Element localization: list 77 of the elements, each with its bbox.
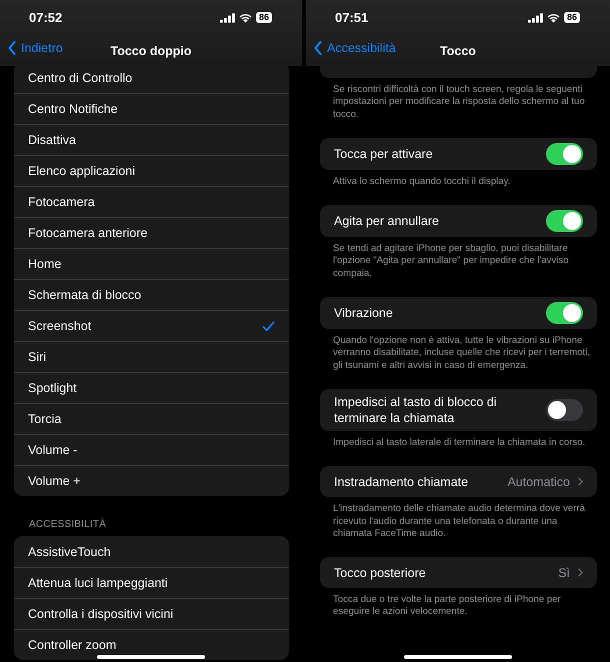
settings-row[interactable]: Centro di Controllo	[14, 62, 289, 93]
row-label: Spotlight	[28, 380, 77, 396]
back-button[interactable]: Indietro	[8, 41, 63, 55]
settings-row[interactable]: Attenua luci lampeggianti	[14, 567, 289, 598]
row-value: Sì	[558, 566, 570, 580]
row-value: Automatico	[507, 474, 570, 489]
settings-row[interactable]: Screenshot	[14, 310, 289, 341]
row-label: Siri	[28, 349, 46, 365]
footer-note: Attiva lo schermo quando tocchi il display.	[332, 174, 512, 188]
signal-icon	[220, 12, 235, 22]
footer-note: Impedisci al tasto laterale di terminare la chiamata in corso.	[332, 436, 586, 450]
footer-note: Tocca due o tre volte la parte posteriore di iPhone per eseguire le azioni velocemente.	[332, 593, 562, 619]
row-label: Fotocamera anteriore	[28, 225, 148, 241]
settings-row[interactable]: Tocca per attivare	[320, 138, 597, 170]
chevron-icon	[314, 41, 322, 55]
toggle-switch[interactable]	[546, 142, 583, 165]
row-label: Agita per annullare	[334, 213, 439, 230]
signal-icon	[528, 12, 543, 22]
screen-title: Tocco doppio	[110, 44, 192, 58]
wifi-icon	[238, 12, 252, 22]
toggle-switch[interactable]	[546, 302, 583, 324]
row-label: Centro Notifiche	[28, 101, 118, 117]
row-label: Home	[28, 256, 62, 272]
chevron-icon	[578, 568, 583, 578]
settings-row[interactable]: Volume -	[14, 434, 289, 465]
settings-row[interactable]: Tocco posteriore Sì	[320, 557, 597, 588]
row-label: Volume +	[28, 473, 80, 489]
back-button[interactable]: Accessibilità	[314, 41, 396, 55]
settings-row[interactable]: Disattiva	[14, 124, 289, 155]
battery-level: 86	[256, 12, 272, 23]
row-label: Vibrazione	[334, 305, 393, 322]
status-time: 07:52	[29, 10, 62, 25]
row-label: Tocco posteriore	[334, 564, 426, 581]
row-label: Screenshot	[28, 318, 92, 334]
row-label: Impedisci al tasto di blocco di terminare la chiamata	[334, 394, 498, 426]
row-label: Schermata di blocco	[28, 287, 142, 303]
toggle-switch[interactable]	[546, 210, 583, 232]
row-label: Torcia	[28, 411, 62, 427]
row-label: AssistiveTouch	[28, 544, 111, 560]
row-label: Controller zoom	[28, 637, 116, 653]
settings-row[interactable]: Schermata di blocco	[14, 279, 289, 310]
settings-row[interactable]: Controlla i dispositivi vicini	[14, 598, 289, 629]
settings-row[interactable]: Fotocamera	[14, 186, 289, 217]
settings-row[interactable]: Volume +	[14, 465, 289, 496]
settings-row[interactable]: Elenco applicazioni	[14, 155, 289, 186]
footer-note: Quando l'opzione non è attiva, tutte le vibrazioni su iPhone verranno disabilitate, incluse quelle che ricevi per i terremoti, gli tsunami e altri avvisi in caso di emergenza.	[332, 334, 592, 372]
row-label: Disattiva	[28, 132, 76, 148]
section-header: ACCESSIBILITÀ	[28, 517, 108, 532]
settings-row[interactable]: Spotlight	[14, 372, 289, 403]
chevron-icon	[8, 41, 16, 55]
settings-row[interactable]: Fotocamera anteriore	[14, 217, 289, 248]
screen-title: Tocco	[440, 44, 476, 58]
settings-row[interactable]: Home	[14, 248, 289, 279]
settings-row[interactable]: Torcia	[14, 403, 289, 434]
settings-row[interactable]: AssistiveTouch	[14, 536, 289, 567]
settings-row[interactable]: Centro Notifiche	[14, 93, 289, 124]
footer-note: Se riscontri difficoltà con il touch screen, regola le seguenti impostazioni per modificare la risposta dello schermo al tuo tocco.	[332, 83, 586, 121]
settings-row[interactable]: Impedisci al tasto di blocco di terminare la chiamata	[320, 388, 597, 431]
settings-row[interactable]: Siri	[14, 341, 289, 372]
footer-note: L'instradamento delle chiamate audio determina dove verrà ricevuto l'audio durante una telefonata o durante una chiamata FaceTime audio.	[332, 502, 586, 540]
chevron-icon	[578, 477, 583, 486]
row-label: Fotocamera	[28, 194, 95, 210]
row-label: Attenua luci lampeggianti	[28, 575, 168, 591]
row-label: Centro di Controllo	[28, 70, 132, 86]
footer-note: Se tendi ad agitare iPhone per sbaglio, puoi disabilitare l'opzione "Agita per annullare" per impedire che l'avviso compaia.	[332, 242, 570, 280]
row-label: Elenco applicazioni	[28, 163, 136, 179]
wifi-icon	[546, 12, 560, 22]
row-label: Controlla i dispositivi vicini	[28, 606, 174, 622]
row-label: Volume -	[28, 442, 78, 458]
battery-level: 86	[564, 12, 580, 23]
row-label: Tocca per attivare	[334, 146, 433, 162]
toggle-switch[interactable]	[546, 398, 583, 421]
settings-row[interactable]: Agita per annullare	[320, 205, 597, 238]
settings-row[interactable]: Vibrazione	[320, 297, 597, 330]
settings-row[interactable]: Instradamento chiamate Automatico	[320, 466, 597, 498]
row-label: Instradamento chiamate	[334, 474, 468, 490]
status-time: 07:51	[335, 10, 368, 25]
